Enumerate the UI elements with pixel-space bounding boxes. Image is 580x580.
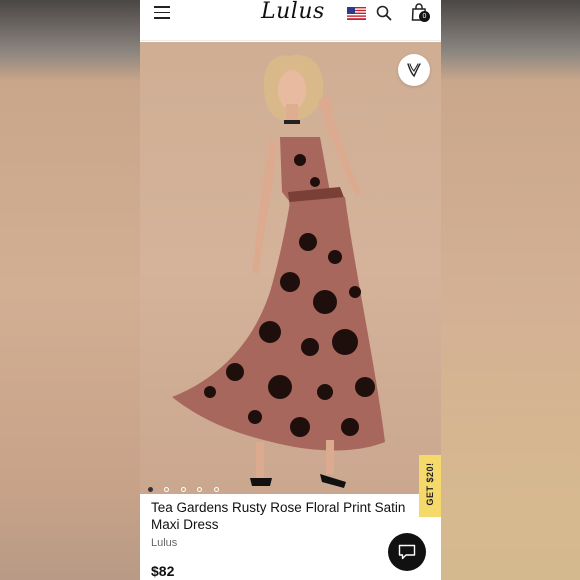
product-title: Tea Gardens Rusty Rose Floral Print Sati… <box>151 499 419 533</box>
carousel-dot[interactable] <box>180 487 186 492</box>
phone-screen: Lulus 0 GET $20! Tea Gardens Rusty Rose … <box>140 0 441 580</box>
search-icon[interactable] <box>376 5 392 21</box>
chat-icon <box>398 544 416 560</box>
wishlist-button[interactable] <box>398 54 430 86</box>
model-photo <box>172 55 385 488</box>
promo-label: GET $20! <box>425 462 435 506</box>
background-right <box>441 0 580 580</box>
top-nav-bar: Lulus 0 <box>140 0 441 41</box>
carousel-dot[interactable] <box>148 487 153 492</box>
chat-button[interactable] <box>388 533 426 571</box>
brand-logo[interactable]: Lulus <box>261 0 325 27</box>
product-price: $82 <box>151 563 175 579</box>
product-image[interactable] <box>140 42 441 494</box>
carousel-dot[interactable] <box>197 487 203 492</box>
image-carousel-dots <box>148 479 226 494</box>
product-title-line-1: Tea Gardens Rusty Rose Floral Print Sati… <box>151 500 406 515</box>
carousel-dot[interactable] <box>213 487 219 492</box>
menu-icon[interactable] <box>154 6 170 20</box>
promo-tab[interactable]: GET $20! <box>419 455 441 517</box>
heart-icon <box>407 63 421 78</box>
us-flag-icon[interactable] <box>347 7 366 20</box>
product-brand[interactable]: Lulus <box>151 537 177 549</box>
background-left <box>0 0 140 580</box>
product-title-line-2: Maxi Dress <box>151 517 219 532</box>
bag-count-badge: 0 <box>419 11 430 22</box>
carousel-dot[interactable] <box>164 487 170 492</box>
